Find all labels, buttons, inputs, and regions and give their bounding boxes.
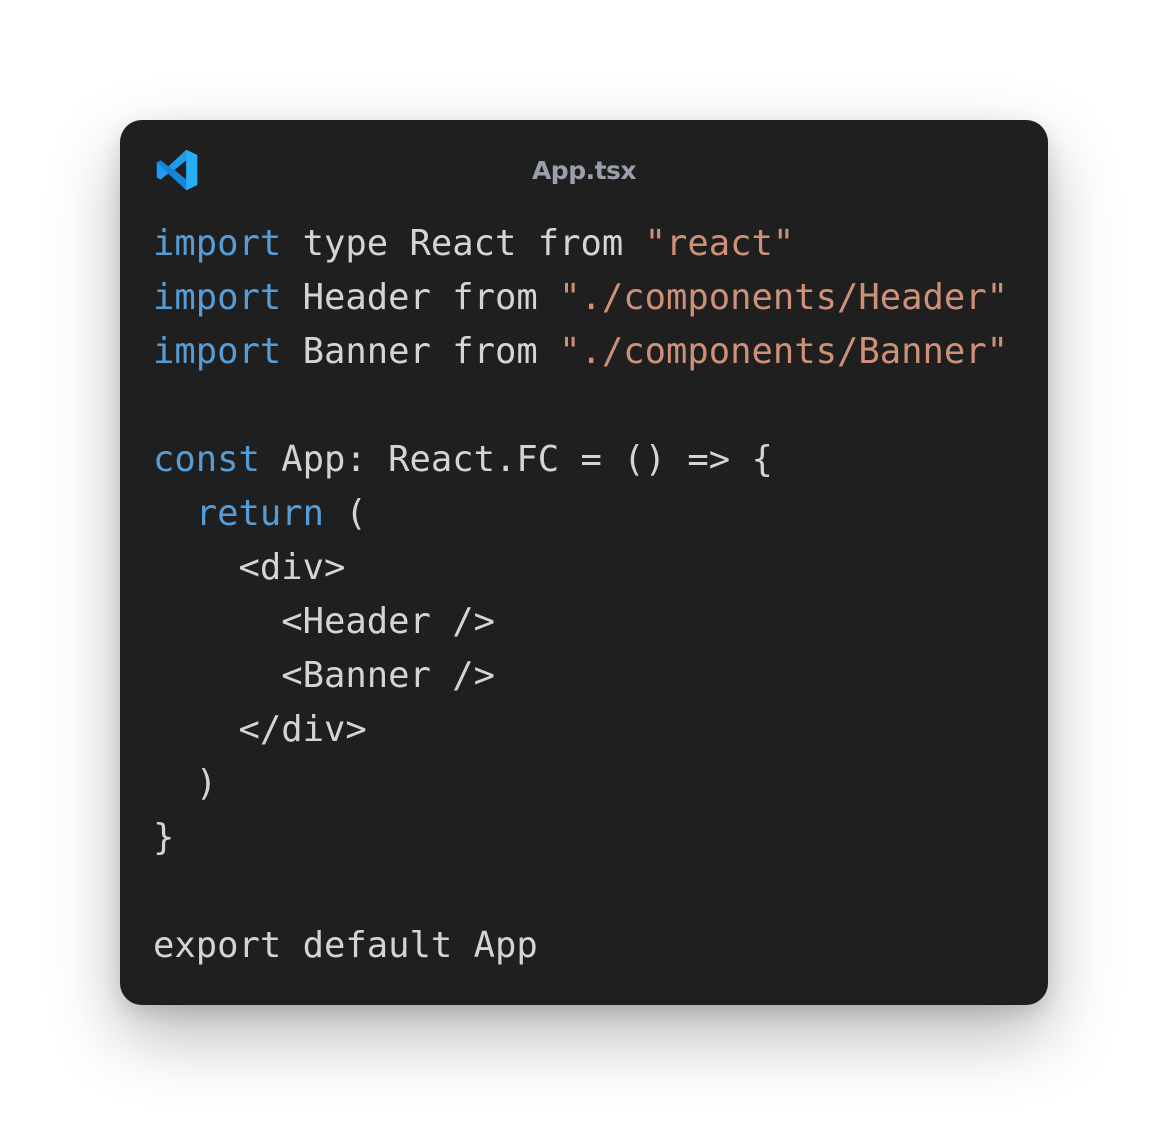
code-keyword: return [195,493,324,534]
code-string: "./components/Banner" [559,331,1008,372]
code-text: Banner from [281,331,560,372]
code-keyword: import [153,223,282,264]
code-text: <Header /> [153,601,495,642]
code-keyword: import [153,331,282,372]
code-line: } [153,811,1008,865]
code-text: Header from [281,277,560,318]
code-line: <Banner /> [153,649,1008,703]
code-text: type React from [281,223,645,264]
code-keyword: import [153,277,282,318]
code-string: "react" [644,223,795,264]
code-line: </div> [153,703,1008,757]
code-text: export default App [153,925,538,966]
file-title: App.tsx [531,156,637,185]
code-snippet-window: App.tsx import type React from "react" im… [120,120,1048,1005]
code-text: </div> [153,709,367,750]
code-text: ) [153,763,218,804]
code-line: return ( [153,487,1008,541]
code-line: <Header /> [153,595,1008,649]
code-line: const App: React.FC = () => { [153,433,1008,487]
code-text: <div> [153,547,346,588]
code-text: } [153,817,175,858]
code-block: import type React from "react" import Hea… [153,217,1008,973]
code-line: ) [153,757,1008,811]
code-line: import Banner from "./components/Banner" [153,325,1008,379]
code-string: "./components/Header" [559,277,1008,318]
code-text: App: React.FC = () => { [259,439,773,480]
code-line: export default App [153,919,1008,973]
code-text: ( [324,493,367,534]
code-line: import type React from "react" [153,217,1008,271]
code-text: <Banner /> [153,655,495,696]
code-line: import Header from "./components/Header" [153,271,1008,325]
code-line: <div> [153,541,1008,595]
code-keyword: const [153,439,260,480]
